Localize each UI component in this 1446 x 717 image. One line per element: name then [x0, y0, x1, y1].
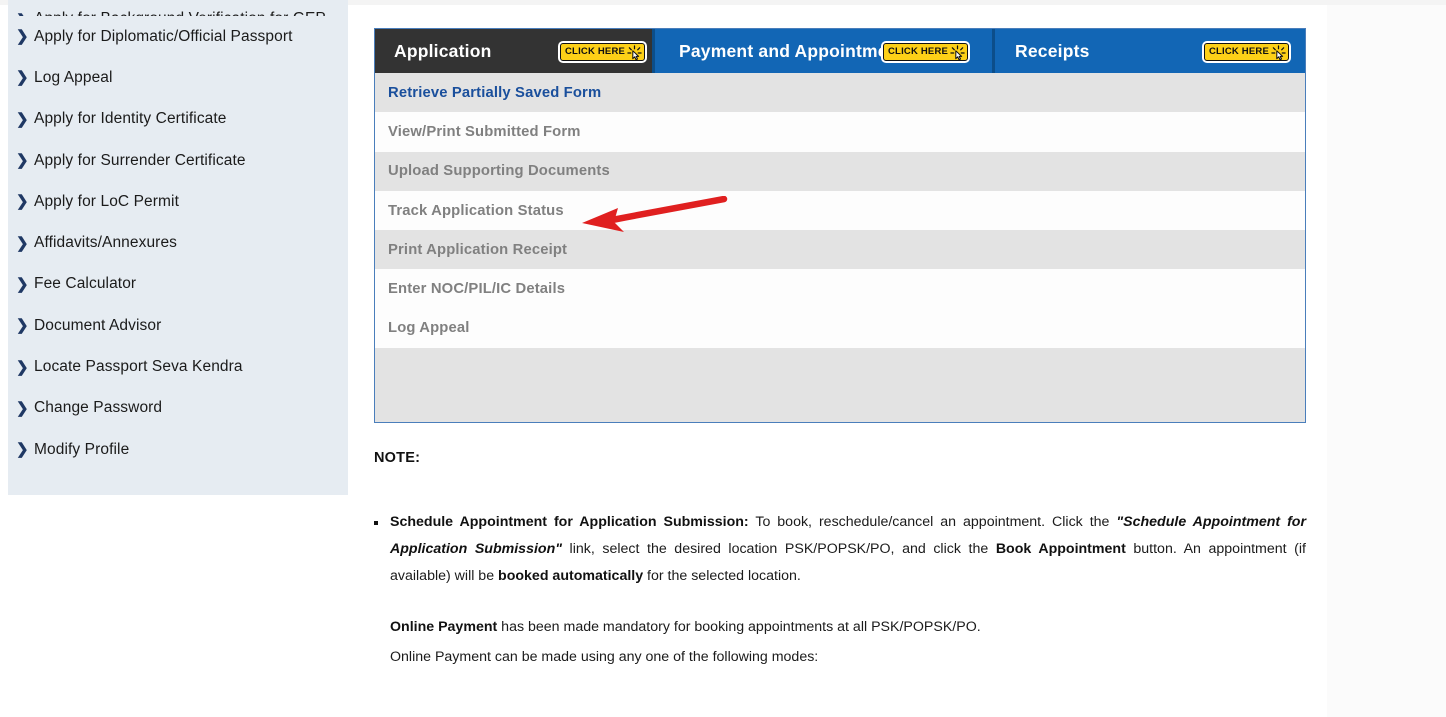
menu-item-enter-noc-pil-ic-details[interactable]: Enter NOC/PIL/IC Details	[375, 269, 1305, 309]
application-menu-list: Retrieve Partially Saved Form View/Print…	[375, 73, 1305, 423]
sidebar-item-log-appeal[interactable]: ❯ Log Appeal	[8, 57, 348, 98]
menu-item-label: Print Application Receipt	[388, 241, 568, 258]
tab-bar: Application CLICK HERE Payment and Appoi…	[375, 29, 1305, 73]
menu-item-label: Track Application Status	[388, 202, 564, 219]
note-bullet-title: Schedule Appointment for Application Sub…	[390, 514, 749, 530]
sidebar-item-label: Fee Calculator	[34, 275, 137, 293]
click-here-badge-payment[interactable]: CLICK HERE	[883, 43, 969, 61]
chevron-right-icon: ❯	[16, 234, 29, 252]
note-text-2: link, select the desired location PSK/PO…	[561, 541, 996, 557]
square-bullet-icon	[374, 509, 390, 590]
note-heading: NOTE:	[374, 450, 421, 466]
tab-receipts[interactable]: Receipts CLICK HERE	[992, 29, 1305, 73]
sidebar-item-label: Apply for Diplomatic/Official Passport	[34, 27, 293, 45]
note-online-payment-line-1: Online Payment has been made mandatory f…	[390, 612, 1306, 642]
menu-item-log-appeal[interactable]: Log Appeal	[375, 308, 1305, 349]
menu-item-label: Upload Supporting Documents	[388, 163, 610, 180]
menu-item-view-print-submitted-form[interactable]: View/Print Submitted Form	[375, 112, 1305, 152]
chevron-right-icon: ❯	[16, 13, 34, 16]
sidebar-item-label: Apply for Surrender Certificate	[34, 151, 246, 169]
sidebar-item-surrender-certificate[interactable]: ❯ Apply for Surrender Certificate	[8, 140, 348, 181]
mouse-click-icon	[627, 44, 642, 60]
mouse-click-icon	[950, 44, 965, 60]
chevron-right-icon: ❯	[16, 110, 29, 128]
sidebar-item-label: Apply for LoC Permit	[34, 192, 179, 210]
note-online-payment-rest: has been made mandatory for booking appo…	[497, 619, 981, 635]
sidebar-item-label: Document Advisor	[34, 316, 162, 334]
sidebar-item-locate-psk[interactable]: ❯ Locate Passport Seva Kendra	[8, 346, 348, 387]
note-section: NOTE: Schedule Appointment for Applicati…	[374, 450, 1306, 672]
click-here-label: CLICK HERE	[1208, 46, 1269, 58]
sidebar-item-label: Apply for Background Verification for GE…	[34, 10, 326, 16]
sidebar-item-label: Modify Profile	[34, 440, 130, 458]
note-paragraph-online-payment: Online Payment has been made mandatory f…	[374, 612, 1306, 672]
menu-item-label: Log Appeal	[388, 320, 470, 337]
mouse-click-icon	[1271, 44, 1286, 60]
sidebar-item-label: Locate Passport Seva Kendra	[34, 358, 243, 376]
click-here-label: CLICK HERE	[565, 46, 626, 58]
sidebar-item-loc-permit[interactable]: ❯ Apply for LoC Permit	[8, 181, 348, 222]
sidebar-item-label: Apply for Identity Certificate	[34, 110, 227, 128]
chevron-right-icon: ❯	[16, 399, 29, 417]
click-here-label: CLICK HERE	[888, 46, 949, 58]
chevron-right-icon: ❯	[16, 193, 29, 211]
note-bold-online-payment: Online Payment	[390, 619, 498, 635]
tab-application[interactable]: Application CLICK HERE	[375, 29, 652, 73]
tab-receipts-label: Receipts	[1015, 40, 1090, 61]
sidebar-item-label: Change Password	[34, 399, 163, 417]
click-here-badge-application[interactable]: CLICK HERE	[560, 43, 646, 61]
sidebar-navigation: ❯ Apply for Background Verification for …	[8, 0, 348, 495]
note-text-1: To book, reschedule/cancel an appointmen…	[748, 514, 1117, 530]
chevron-right-icon: ❯	[16, 69, 29, 87]
tab-payment-label: Payment and Appointment	[679, 40, 905, 61]
sidebar-item-label: Affidavits/Annexures	[34, 234, 178, 252]
click-here-badge-receipts[interactable]: CLICK HERE	[1203, 43, 1289, 61]
note-bold-booked-automatically: booked automatically	[498, 568, 644, 584]
tab-application-label: Application	[394, 40, 492, 61]
chevron-right-icon: ❯	[16, 441, 29, 459]
menu-item-track-application-status[interactable]: Track Application Status	[375, 190, 1305, 231]
menu-item-upload-supporting-documents[interactable]: Upload Supporting Documents	[375, 151, 1305, 191]
sidebar-item-label: Log Appeal	[34, 68, 113, 86]
menu-item-label: Retrieve Partially Saved Form	[388, 84, 602, 101]
sidebar-item-identity-certificate[interactable]: ❯ Apply for Identity Certificate	[8, 99, 348, 140]
chevron-right-icon: ❯	[16, 358, 29, 376]
sidebar-item-modify-profile[interactable]: ❯ Modify Profile	[8, 429, 348, 470]
sidebar-item-diplomatic-passport[interactable]: ❯ Apply for Diplomatic/Official Passport	[8, 16, 348, 57]
note-bullet-text: Schedule Appointment for Application Sub…	[390, 509, 1306, 590]
note-bold-book-appointment: Book Appointment	[995, 541, 1126, 557]
sidebar-item-fee-calculator[interactable]: ❯ Fee Calculator	[8, 264, 348, 305]
sidebar-item-affidavits-annexures[interactable]: ❯ Affidavits/Annexures	[8, 222, 348, 263]
chevron-right-icon: ❯	[16, 152, 29, 170]
tab-payment-and-appointment[interactable]: Payment and Appointment CLICK HERE	[652, 29, 992, 73]
note-text-4: for the selected location.	[643, 568, 801, 584]
menu-item-label: Enter NOC/PIL/IC Details	[388, 281, 566, 298]
menu-item-print-application-receipt[interactable]: Print Application Receipt	[375, 230, 1305, 270]
chevron-right-icon: ❯	[16, 28, 29, 46]
sidebar-item-document-advisor[interactable]: ❯ Document Advisor	[8, 305, 348, 346]
sidebar-item-change-password[interactable]: ❯ Change Password	[8, 388, 348, 429]
note-online-payment-line-2: Online Payment can be made using any one…	[390, 649, 819, 665]
menu-item-label: View/Print Submitted Form	[388, 123, 581, 140]
menu-empty-area	[375, 348, 1305, 423]
page-right-gutter	[1327, 5, 1446, 717]
note-bullet-item: Schedule Appointment for Application Sub…	[374, 509, 1306, 590]
sidebar-item-background-verification[interactable]: ❯ Apply for Background Verification for …	[8, 0, 348, 16]
chevron-right-icon: ❯	[16, 317, 29, 335]
chevron-right-icon: ❯	[16, 275, 29, 293]
menu-item-retrieve-partially-saved-form[interactable]: Retrieve Partially Saved Form	[375, 73, 1305, 113]
application-panel: Application CLICK HERE Payment and Appoi…	[374, 28, 1306, 424]
